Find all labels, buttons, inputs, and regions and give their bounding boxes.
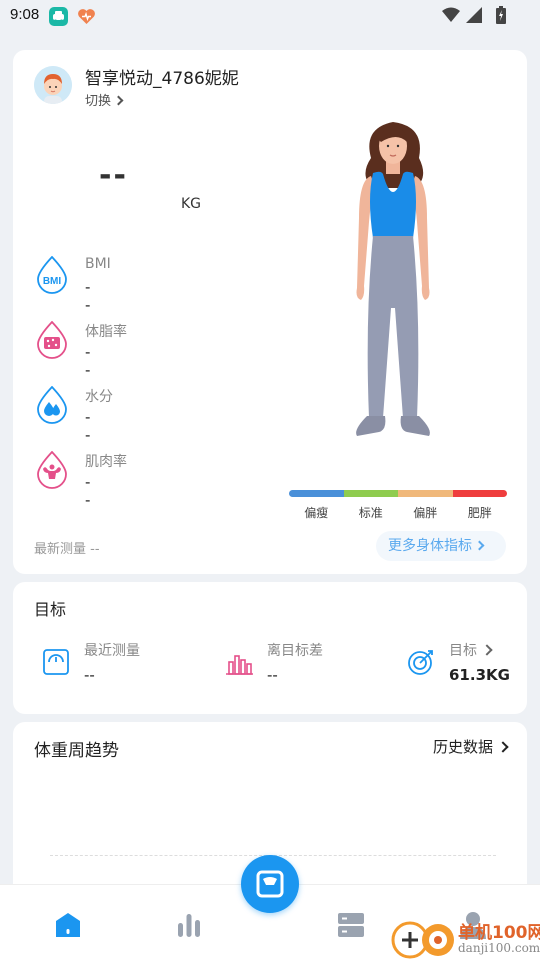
history-data-link[interactable]: 历史数据: [432, 736, 509, 757]
status-time: 9:08: [10, 6, 40, 23]
switch-user-link[interactable]: 切换: [85, 90, 124, 109]
metric-value: --: [85, 473, 91, 509]
body-data-card: 智享悦动_4786妮妮 切换 -- KG BMI BMI -- 体脂率 -- 水…: [13, 50, 527, 574]
chevron-right-icon: [113, 95, 124, 106]
goal-item-value: --: [267, 666, 278, 684]
metric-label: 肌肉率: [85, 454, 127, 470]
bmi-icon-text: BMI: [43, 276, 62, 287]
watermark-text: 单机100网: [458, 923, 540, 943]
metric-value: --: [85, 343, 91, 379]
water-icon: [37, 386, 67, 424]
scale-segment-normal: [343, 490, 398, 497]
metric-label: BMI: [85, 256, 111, 272]
body-figure-illustration: [356, 122, 430, 436]
avatar[interactable]: [34, 66, 72, 104]
metric-value: --: [85, 408, 91, 444]
goal-target-value: 61.3KG: [449, 666, 510, 684]
chevron-right-icon: [474, 540, 485, 551]
scale-segment-overweight: [398, 490, 453, 497]
goal-card: 目标 最近测量 -- 离目标差 -- 目标 61.3KG: [13, 582, 527, 714]
device-icon[interactable]: [335, 909, 367, 941]
status-bar: 9:08: [0, 0, 540, 32]
cellular-signal-icon: [466, 7, 482, 27]
metric-label: 体脂率: [85, 324, 127, 340]
target-icon: [408, 650, 433, 675]
scale-segment-obese: [452, 490, 507, 497]
last-measure-text: 最新测量 --: [34, 542, 100, 557]
more-body-metrics-button[interactable]: 更多身体指标: [376, 531, 506, 561]
car-app-icon: [49, 7, 68, 26]
scale-icon: [256, 870, 284, 898]
chevron-right-icon: [481, 644, 493, 656]
bmi-icon: BMI: [37, 256, 67, 294]
muscle-icon: [37, 451, 67, 489]
username: 智享悦动_4786妮妮: [85, 69, 239, 89]
bar-chart-icon: [226, 655, 253, 675]
battery-icon: [496, 6, 506, 28]
statistics-icon[interactable]: [173, 909, 205, 941]
metric-value: --: [85, 278, 91, 314]
scale-label: 标准: [358, 506, 383, 520]
history-label: 历史数据: [432, 738, 493, 756]
weight-value: --: [99, 158, 128, 193]
scale-segment-underweight: [289, 490, 344, 497]
metric-label: 水分: [85, 389, 113, 405]
weight-unit: KG: [181, 196, 202, 212]
goal-item-label: 最近测量: [84, 643, 140, 659]
scale-label: 偏胖: [413, 506, 438, 520]
switch-label: 切换: [85, 94, 112, 109]
weigh-scale-button[interactable]: [241, 855, 299, 913]
scale-label: 偏瘦: [304, 506, 329, 520]
chevron-right-icon: [497, 741, 509, 753]
heart-app-icon: [77, 7, 96, 26]
goal-title: 目标: [34, 600, 67, 619]
scale-label: 肥胖: [467, 506, 492, 520]
body-type-scale-bar: [289, 490, 507, 497]
body-fat-icon: [37, 321, 67, 359]
goal-target-label-wrap: 目标: [449, 640, 493, 660]
more-body-metrics-label: 更多身体指标: [388, 538, 472, 554]
scale-dial-icon: [43, 649, 69, 675]
goal-item-label: 离目标差: [267, 643, 323, 659]
wifi-icon: [442, 7, 460, 27]
home-icon[interactable]: [52, 909, 84, 941]
body-type-scale-labels: 偏瘦 标准 偏胖 肥胖: [289, 504, 507, 521]
trend-title: 体重周趋势: [34, 741, 119, 761]
watermark-url: danji100.com: [458, 941, 540, 955]
goal-item-value: --: [84, 666, 95, 684]
goal-item-label: 目标: [449, 643, 477, 659]
